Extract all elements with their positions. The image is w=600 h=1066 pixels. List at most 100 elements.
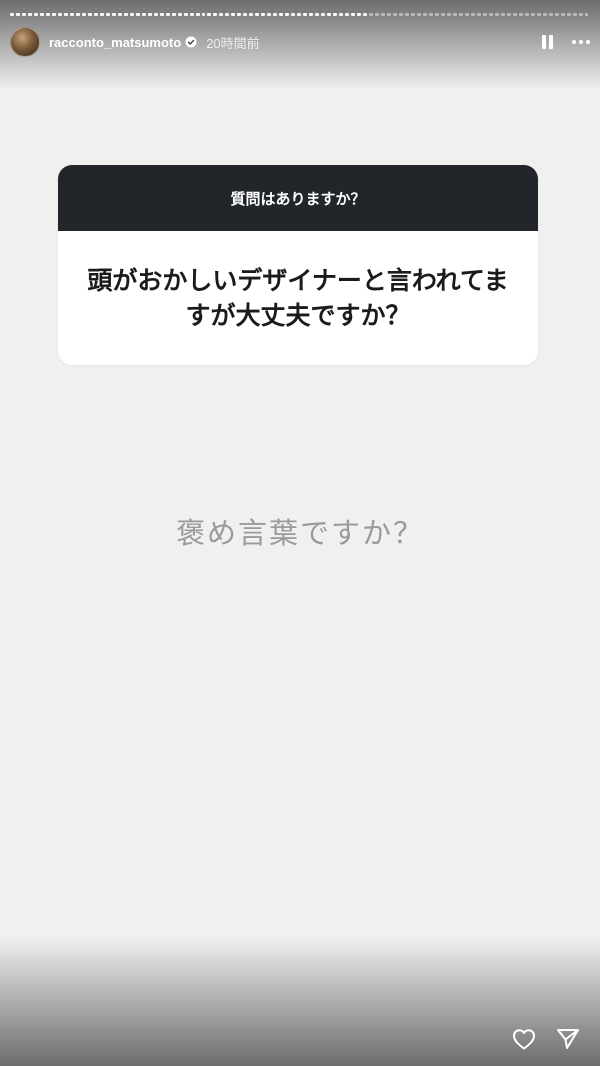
progress-segment bbox=[548, 13, 553, 16]
progress-segment bbox=[135, 13, 140, 16]
progress-segment bbox=[422, 13, 427, 16]
progress-segment bbox=[404, 13, 409, 16]
heart-icon[interactable] bbox=[512, 1028, 536, 1050]
progress-segment bbox=[309, 13, 314, 16]
progress-segment bbox=[33, 13, 38, 16]
progress-segment bbox=[195, 13, 200, 16]
progress-segment bbox=[267, 13, 272, 16]
avatar[interactable] bbox=[10, 27, 40, 57]
progress-segment bbox=[560, 13, 565, 16]
progress-segment bbox=[225, 13, 230, 16]
progress-segment bbox=[470, 13, 475, 16]
progress-segment bbox=[279, 13, 284, 16]
answer-text: 褒め言葉ですか？ bbox=[175, 516, 424, 550]
progress-segment bbox=[488, 13, 493, 16]
progress-segment bbox=[524, 13, 529, 16]
question-sticker: 質問はありますか？ 頭がおかしいデザイナーと言われてますが大丈夫ですか？ bbox=[58, 165, 538, 365]
progress-segment bbox=[530, 13, 535, 16]
progress-segment bbox=[21, 13, 26, 16]
story-header: racconto_matsumoto 20時間前 bbox=[10, 27, 590, 57]
progress-segment bbox=[153, 13, 158, 16]
progress-segment bbox=[105, 13, 110, 16]
progress-segment bbox=[321, 13, 326, 16]
progress-segment bbox=[458, 13, 463, 16]
progress-segment bbox=[93, 13, 98, 16]
progress-segment bbox=[51, 13, 56, 16]
progress-segment bbox=[416, 13, 421, 16]
progress-segment bbox=[345, 13, 350, 16]
progress-segment bbox=[500, 13, 505, 16]
progress-segment bbox=[369, 13, 374, 16]
progress-segment bbox=[452, 13, 457, 16]
progress-segment bbox=[398, 13, 403, 16]
progress-segment bbox=[315, 13, 320, 16]
timestamp: 20時間前 bbox=[206, 35, 260, 51]
progress-segment bbox=[482, 13, 487, 16]
progress-segment bbox=[201, 13, 206, 16]
progress-segment bbox=[27, 13, 32, 16]
progress-segment bbox=[87, 13, 92, 16]
progress-segment bbox=[440, 13, 445, 16]
progress-segment bbox=[69, 13, 74, 16]
progress-segment bbox=[207, 13, 212, 16]
progress-segment bbox=[129, 13, 134, 16]
progress-segment bbox=[476, 13, 481, 16]
progress-segment bbox=[291, 13, 296, 16]
progress-segment bbox=[393, 13, 397, 16]
progress-segment bbox=[15, 13, 20, 16]
progress-segment bbox=[10, 13, 14, 16]
progress-segment bbox=[81, 13, 86, 16]
progress-segment bbox=[171, 13, 176, 16]
progress-segment bbox=[99, 13, 104, 16]
progress-segment bbox=[123, 13, 128, 16]
progress-segment bbox=[518, 13, 523, 16]
progress-segment bbox=[147, 13, 152, 16]
question-sticker-title: 質問はありますか？ bbox=[58, 165, 538, 231]
progress-segment bbox=[63, 13, 68, 16]
progress-segment bbox=[512, 13, 517, 16]
progress-segment bbox=[542, 13, 547, 16]
progress-segment bbox=[363, 13, 368, 16]
header-controls bbox=[542, 35, 590, 49]
progress-segment bbox=[237, 13, 242, 16]
progress-segment bbox=[57, 13, 62, 16]
progress-segment bbox=[357, 13, 362, 16]
progress-segment bbox=[584, 13, 589, 16]
progress-segment bbox=[141, 13, 146, 16]
progress-segment bbox=[434, 13, 439, 16]
pause-icon[interactable] bbox=[542, 35, 554, 49]
progress-segment bbox=[231, 13, 236, 16]
progress-segment bbox=[303, 13, 308, 16]
progress-segment bbox=[213, 13, 218, 16]
progress-segment bbox=[446, 13, 451, 16]
progress-segment bbox=[566, 13, 571, 16]
send-icon[interactable] bbox=[556, 1028, 580, 1050]
progress-segment bbox=[117, 13, 122, 16]
story-footer bbox=[512, 1028, 580, 1050]
progress-segment bbox=[387, 13, 391, 16]
progress-segment bbox=[327, 13, 332, 16]
progress-segment bbox=[297, 13, 302, 16]
bottom-gradient-overlay bbox=[0, 936, 600, 1066]
progress-segment bbox=[494, 13, 499, 16]
progress-segment bbox=[243, 13, 248, 16]
progress-segment bbox=[177, 13, 182, 16]
username[interactable]: racconto_matsumoto bbox=[49, 35, 181, 50]
progress-segment bbox=[333, 13, 338, 16]
progress-segment bbox=[375, 13, 380, 16]
progress-segment bbox=[464, 13, 469, 16]
progress-segment bbox=[578, 13, 583, 16]
progress-segment bbox=[285, 13, 290, 16]
verified-badge-icon bbox=[185, 36, 197, 48]
progress-segment bbox=[249, 13, 254, 16]
progress-segment bbox=[572, 13, 577, 16]
progress-segment bbox=[45, 13, 50, 16]
progress-segment bbox=[39, 13, 44, 16]
progress-segment bbox=[165, 13, 170, 16]
progress-segment bbox=[339, 13, 344, 16]
progress-segment bbox=[75, 13, 80, 16]
progress-segment bbox=[159, 13, 164, 16]
more-icon[interactable] bbox=[572, 40, 590, 44]
progress-segment bbox=[381, 13, 386, 16]
story-progress-bar bbox=[10, 13, 589, 16]
